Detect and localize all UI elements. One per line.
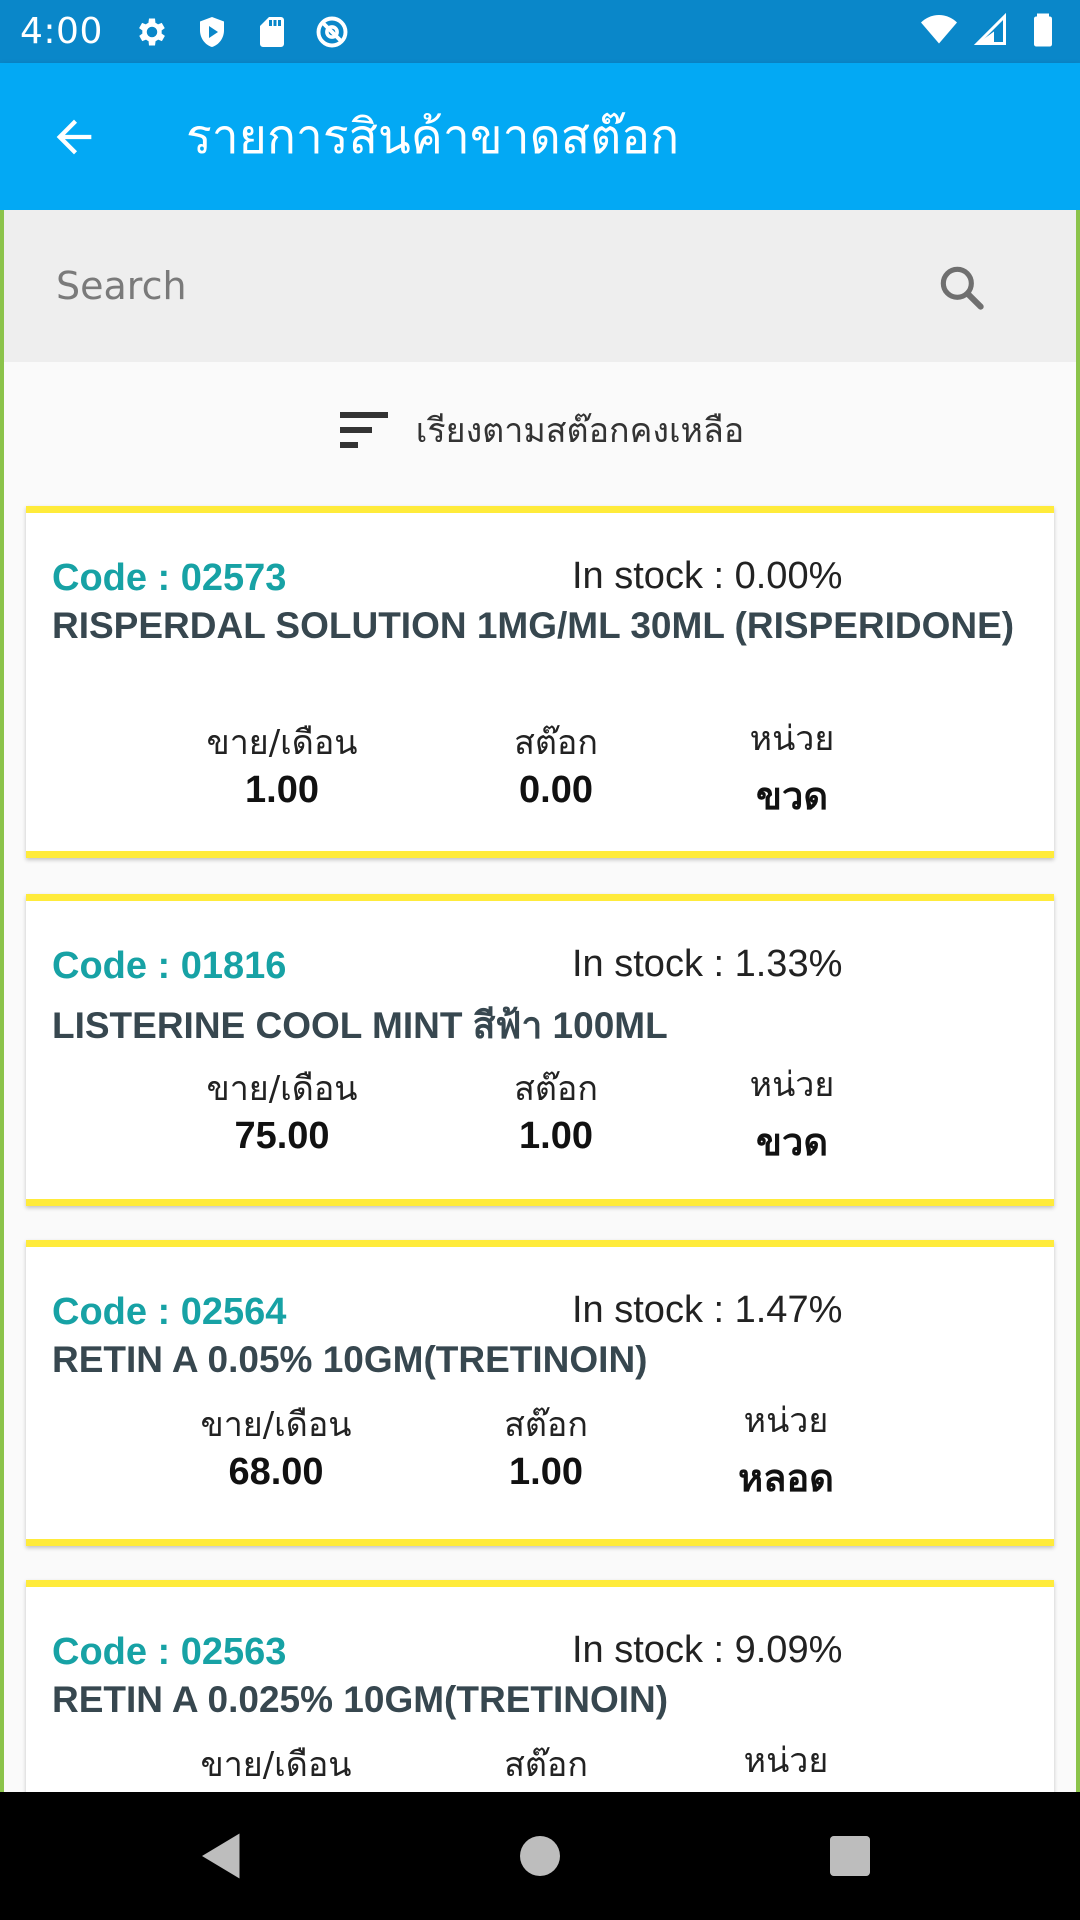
sd-card-icon xyxy=(253,12,291,52)
unit-value: ขวด xyxy=(756,1122,828,1164)
product-name: RETIN A 0.05% 10GM(TRETINOIN) xyxy=(52,1339,648,1380)
status-time: 4:00 xyxy=(20,11,103,52)
product-card[interactable]: Code : 01816 In stock : 1.33% LISTERINE … xyxy=(26,894,1054,1206)
product-code: Code : 02573 xyxy=(52,557,287,599)
product-card[interactable]: Code : 02573 In stock : 0.00% RISPERDAL … xyxy=(26,506,1054,858)
stock-value: 1.00 xyxy=(509,1451,583,1493)
unit-label: หน่วย xyxy=(743,1741,829,1781)
stock-column: สต๊อก 0.00 xyxy=(446,715,666,812)
search-icon xyxy=(940,266,984,310)
in-stock-percent: In stock : 0.00% xyxy=(572,555,843,597)
arrow-left-icon xyxy=(56,119,92,154)
page-title: รายการสินค้าขาดสต๊อก xyxy=(186,108,680,165)
sales-column: ขาย/เดือน 68.00 xyxy=(166,1397,386,1494)
unit-value: หลอด xyxy=(738,1458,834,1500)
stock-label: สต๊อก xyxy=(504,1405,588,1445)
status-icons-left xyxy=(133,12,351,52)
sales-value: 1.00 xyxy=(245,769,319,811)
stock-value: 1.00 xyxy=(519,1115,593,1157)
recents-square-icon xyxy=(830,1836,870,1876)
sales-column: ขาย/เดือน 75.00 xyxy=(172,1061,392,1158)
sales-column: ขาย/เดือน 1.00 xyxy=(172,715,392,812)
product-code: Code : 02563 xyxy=(52,1631,287,1673)
unit-column: หน่วย หลอด xyxy=(676,1393,896,1508)
unit-column: หน่วย ขวด xyxy=(682,1057,902,1172)
sort-label: เรียงตามสต๊อกคงเหลือ xyxy=(415,411,745,451)
system-nav-bar xyxy=(0,1792,1080,1920)
stock-column: สต๊อก xyxy=(436,1737,656,1791)
search-input[interactable] xyxy=(54,263,878,309)
sales-label: ขาย/เดือน xyxy=(206,723,358,763)
unit-label: หน่วย xyxy=(743,1401,829,1441)
status-icons-right xyxy=(920,10,1062,50)
sort-button[interactable]: เรียงตามสต๊อกคงเหลือ xyxy=(4,392,1076,468)
back-button[interactable] xyxy=(34,97,114,177)
product-name: LISTERINE COOL MINT สีฟ้า 100ML xyxy=(52,1005,668,1046)
shield-icon xyxy=(193,12,231,52)
unit-column: หน่วย ขวด xyxy=(682,711,902,826)
product-name: RISPERDAL SOLUTION 1MG/ML 30ML (RISPERID… xyxy=(52,605,1015,646)
back-triangle-icon xyxy=(202,1833,240,1879)
search-bar xyxy=(4,210,1076,362)
sales-value: 75.00 xyxy=(234,1115,330,1157)
status-bar: 4:00 xyxy=(0,0,1080,63)
stock-label: สต๊อก xyxy=(504,1745,588,1785)
search-button[interactable] xyxy=(934,260,990,316)
sales-label: ขาย/เดือน xyxy=(206,1069,358,1109)
at-sign-icon xyxy=(313,12,351,52)
stock-label: สต๊อก xyxy=(514,1069,598,1109)
wifi-icon xyxy=(920,10,958,50)
sales-column: ขาย/เดือน xyxy=(166,1737,386,1791)
battery-icon xyxy=(1024,10,1062,50)
cell-signal-icon xyxy=(972,10,1010,50)
stock-column: สต๊อก 1.00 xyxy=(446,1061,666,1158)
unit-label: หน่วย xyxy=(749,1065,835,1105)
stock-column: สต๊อก 1.00 xyxy=(436,1397,656,1494)
nav-back-button[interactable] xyxy=(190,1824,254,1888)
product-card[interactable]: Code : 02564 In stock : 1.47% RETIN A 0.… xyxy=(26,1240,1054,1546)
sales-label: ขาย/เดือน xyxy=(200,1405,352,1445)
sort-icon xyxy=(339,412,388,448)
settings-icon xyxy=(133,12,171,52)
nav-home-button[interactable] xyxy=(508,1824,572,1888)
stock-label: สต๊อก xyxy=(514,723,598,763)
app-bar: รายการสินค้าขาดสต๊อก xyxy=(0,63,1080,210)
frame-border-right xyxy=(1076,210,1080,1792)
unit-column: หน่วย xyxy=(676,1733,896,1787)
in-stock-percent: In stock : 1.33% xyxy=(572,943,843,985)
unit-value: ขวด xyxy=(756,776,828,818)
nav-recents-button[interactable] xyxy=(818,1824,882,1888)
product-card[interactable]: Code : 02563 In stock : 9.09% RETIN A 0.… xyxy=(26,1580,1054,1810)
product-code: Code : 01816 xyxy=(52,945,287,987)
sales-value: 68.00 xyxy=(228,1451,324,1493)
in-stock-percent: In stock : 1.47% xyxy=(572,1289,843,1331)
home-circle-icon xyxy=(520,1836,560,1876)
in-stock-percent: In stock : 9.09% xyxy=(572,1629,843,1671)
product-name: RETIN A 0.025% 10GM(TRETINOIN) xyxy=(52,1679,669,1720)
unit-label: หน่วย xyxy=(749,719,835,759)
product-list: Code : 02573 In stock : 0.00% RISPERDAL … xyxy=(26,506,1054,1810)
sales-label: ขาย/เดือน xyxy=(200,1745,352,1785)
product-code: Code : 02564 xyxy=(52,1291,287,1333)
stock-value: 0.00 xyxy=(519,769,593,811)
